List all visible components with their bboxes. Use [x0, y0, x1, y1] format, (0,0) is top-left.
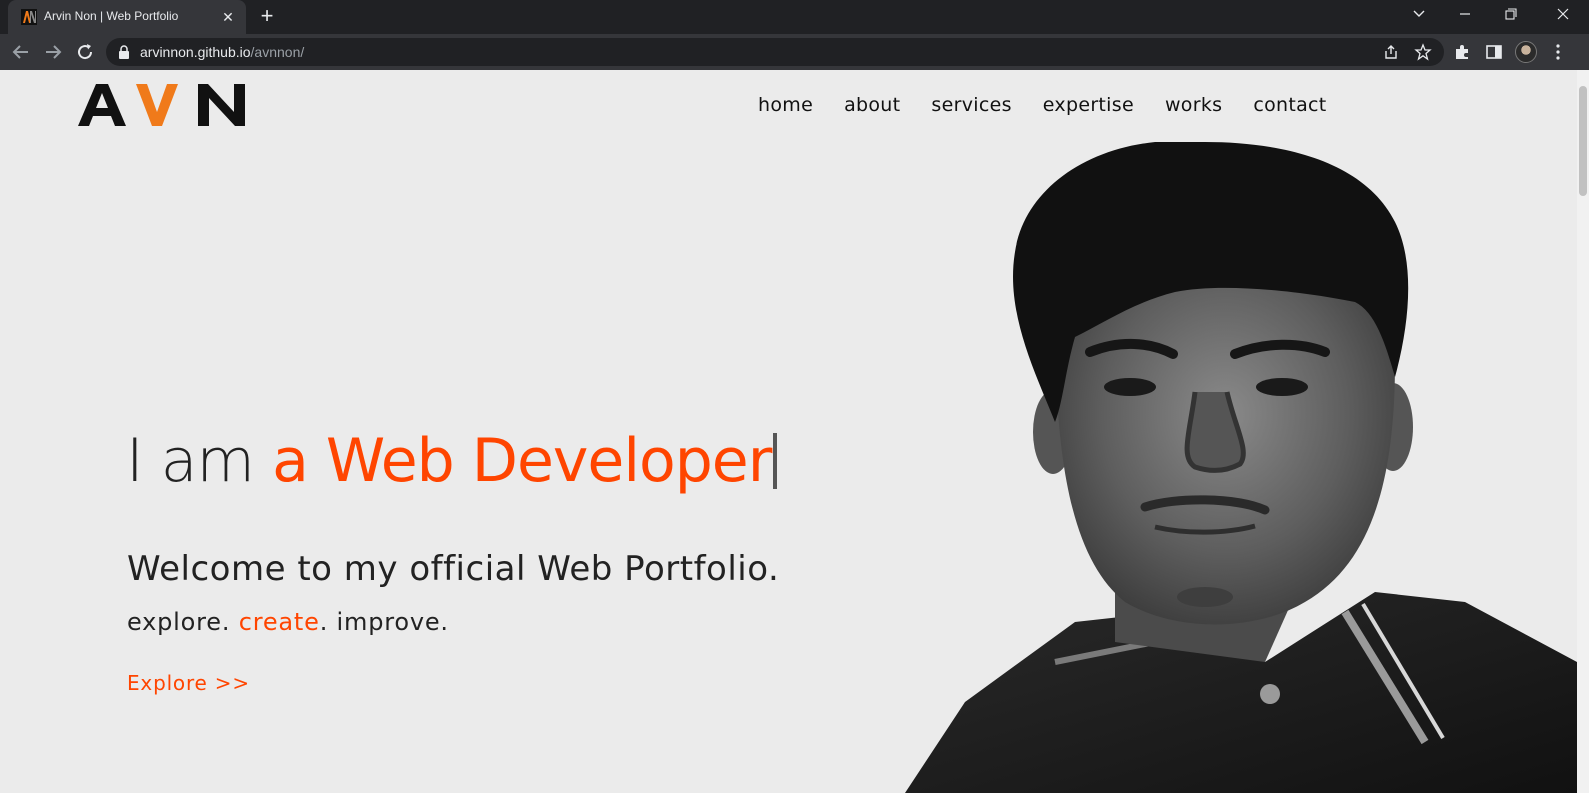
- lock-icon: [119, 45, 129, 59]
- profile-avatar[interactable]: [1515, 41, 1537, 63]
- nav-about[interactable]: about: [844, 94, 900, 116]
- nav-works[interactable]: works: [1165, 94, 1222, 116]
- tab-close-icon[interactable]: ✕: [218, 7, 238, 27]
- nav-services[interactable]: services: [931, 94, 1011, 116]
- main-nav: home about services expertise works cont…: [758, 94, 1327, 116]
- hero-headline: I am a Web Developer: [126, 426, 778, 496]
- reload-icon[interactable]: [73, 40, 97, 64]
- restore-icon[interactable]: [1488, 0, 1534, 30]
- window-close-icon[interactable]: [1540, 0, 1586, 30]
- tagline-improve: . improve.: [319, 608, 449, 636]
- headline-prefix: I am: [126, 426, 273, 496]
- page-viewport: home about services expertise works cont…: [0, 70, 1589, 793]
- avn-logo[interactable]: [78, 82, 248, 132]
- url-path: /avnnon/: [250, 44, 305, 60]
- more-menu-icon[interactable]: [1549, 43, 1567, 61]
- tagline-create: create: [238, 608, 320, 636]
- headline-typed-role: a Web Developer: [272, 426, 772, 496]
- typing-cursor: [773, 433, 778, 489]
- tab-title: Arvin Non | Web Portfolio: [44, 9, 179, 23]
- side-panel-icon[interactable]: [1485, 43, 1503, 61]
- nav-expertise[interactable]: expertise: [1043, 94, 1134, 116]
- browser-tab-strip: Arvin Non | Web Portfolio ✕ +: [0, 0, 1589, 34]
- url-text: arvinnon.github.io/avnnon/: [140, 44, 304, 60]
- scrollbar-thumb[interactable]: [1579, 86, 1587, 196]
- browser-tab[interactable]: Arvin Non | Web Portfolio ✕: [8, 0, 246, 34]
- browser-toolbar: arvinnon.github.io/avnnon/: [0, 34, 1589, 70]
- explore-button[interactable]: Explore >>: [127, 671, 250, 695]
- portrait-photo: [905, 142, 1577, 793]
- site-favicon-icon: [21, 9, 37, 25]
- page-scrollbar[interactable]: [1577, 70, 1589, 793]
- new-tab-button[interactable]: +: [255, 5, 279, 29]
- extensions-puzzle-icon[interactable]: [1453, 43, 1471, 61]
- bookmark-star-icon[interactable]: [1414, 43, 1432, 61]
- tab-search-chevron-icon[interactable]: [1396, 0, 1442, 30]
- tagline: explore. create. improve.: [127, 608, 449, 636]
- url-host: arvinnon.github.io: [140, 44, 251, 60]
- tagline-explore: explore.: [127, 608, 239, 636]
- share-icon[interactable]: [1382, 43, 1400, 61]
- welcome-text: Welcome to my official Web Portfolio.: [127, 549, 780, 589]
- nav-contact[interactable]: contact: [1253, 94, 1326, 116]
- minimize-icon[interactable]: [1442, 0, 1488, 30]
- address-bar[interactable]: arvinnon.github.io/avnnon/: [106, 38, 1444, 66]
- forward-arrow-icon[interactable]: [41, 40, 65, 64]
- back-arrow-icon[interactable]: [9, 40, 33, 64]
- nav-home[interactable]: home: [758, 94, 813, 116]
